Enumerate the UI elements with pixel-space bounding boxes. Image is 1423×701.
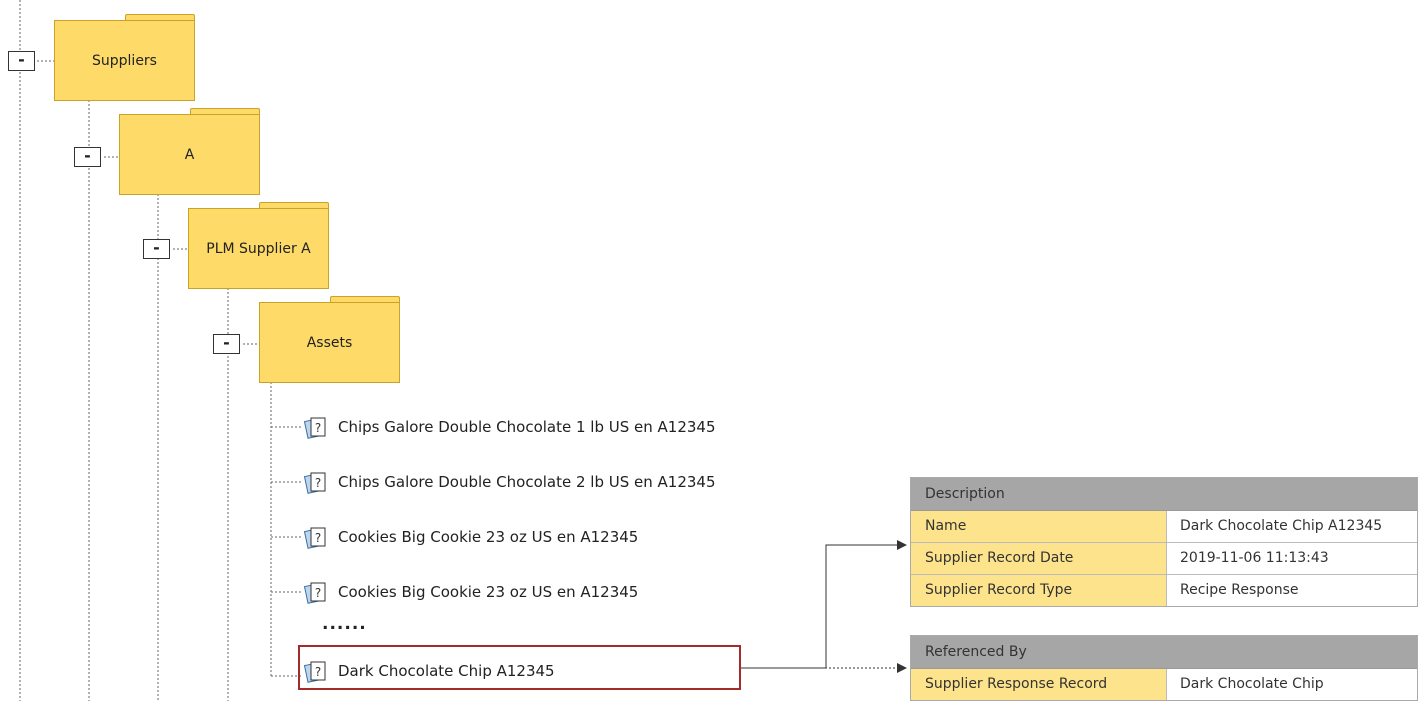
asset-label: Cookies Big Cookie 23 oz US en A12345 bbox=[338, 528, 639, 546]
unknown-document-icon: ? bbox=[304, 661, 326, 683]
folder-a[interactable]: A bbox=[119, 108, 260, 195]
referenced-by-panel: Referenced By Supplier Response Record D… bbox=[910, 635, 1418, 701]
unknown-document-icon: ? bbox=[304, 527, 326, 549]
property-value: Dark Chocolate Chip bbox=[1167, 669, 1417, 700]
folder-label: A bbox=[119, 114, 260, 195]
property-row: Supplier Record Type Recipe Response bbox=[911, 575, 1417, 606]
property-value: Recipe Response bbox=[1167, 575, 1417, 606]
collapse-toggle-suppliers[interactable]: - bbox=[8, 51, 35, 71]
svg-text:?: ? bbox=[315, 421, 321, 435]
svg-text:?: ? bbox=[315, 531, 321, 545]
selected-asset-item[interactable]: ? Dark Chocolate Chip A12345 bbox=[304, 659, 555, 683]
unknown-document-icon: ? bbox=[304, 582, 326, 604]
asset-label: Dark Chocolate Chip A12345 bbox=[338, 662, 555, 680]
svg-text:?: ? bbox=[315, 586, 321, 600]
property-key: Supplier Response Record bbox=[911, 669, 1167, 700]
more-items-ellipsis: ...... bbox=[322, 614, 367, 634]
folder-assets[interactable]: Assets bbox=[259, 296, 400, 383]
folder-label: PLM Supplier A bbox=[188, 208, 329, 289]
asset-label: Chips Galore Double Chocolate 1 lb US en… bbox=[338, 418, 716, 436]
property-key: Supplier Record Type bbox=[911, 575, 1167, 606]
asset-item[interactable]: ? Cookies Big Cookie 23 oz US en A12345 bbox=[304, 580, 638, 604]
unknown-document-icon: ? bbox=[304, 472, 326, 494]
folder-label: Suppliers bbox=[54, 20, 195, 101]
property-value: 2019-11-06 11:13:43 bbox=[1167, 543, 1417, 574]
asset-item[interactable]: ? Chips Galore Double Chocolate 2 lb US … bbox=[304, 470, 716, 494]
svg-text:?: ? bbox=[315, 476, 321, 490]
panel-title: Referenced By bbox=[911, 636, 1417, 669]
panel-title: Description bbox=[911, 478, 1417, 511]
unknown-document-icon: ? bbox=[304, 417, 326, 439]
property-key: Name bbox=[911, 511, 1167, 542]
asset-label: Chips Galore Double Chocolate 2 lb US en… bbox=[338, 473, 716, 491]
asset-item[interactable]: ? Cookies Big Cookie 23 oz US en A12345 bbox=[304, 525, 638, 549]
description-panel: Description Name Dark Chocolate Chip A12… bbox=[910, 477, 1418, 607]
property-value: Dark Chocolate Chip A12345 bbox=[1167, 511, 1417, 542]
svg-text:?: ? bbox=[315, 665, 321, 679]
supplier-tree-diagram: - Suppliers - A - PLM Supplier A - Asset… bbox=[0, 0, 1423, 701]
folder-plm-supplier-a[interactable]: PLM Supplier A bbox=[188, 202, 329, 289]
collapse-toggle-plm-supplier-a[interactable]: - bbox=[143, 239, 170, 259]
collapse-toggle-a[interactable]: - bbox=[74, 147, 101, 167]
asset-item[interactable]: ? Chips Galore Double Chocolate 1 lb US … bbox=[304, 415, 716, 439]
property-key: Supplier Record Date bbox=[911, 543, 1167, 574]
collapse-toggle-assets[interactable]: - bbox=[213, 334, 240, 354]
asset-label: Cookies Big Cookie 23 oz US en A12345 bbox=[338, 583, 639, 601]
folder-suppliers[interactable]: Suppliers bbox=[54, 14, 195, 101]
property-row: Name Dark Chocolate Chip A12345 bbox=[911, 511, 1417, 543]
property-row: Supplier Response Record Dark Chocolate … bbox=[911, 669, 1417, 700]
folder-label: Assets bbox=[259, 302, 400, 383]
property-row: Supplier Record Date 2019-11-06 11:13:43 bbox=[911, 543, 1417, 575]
